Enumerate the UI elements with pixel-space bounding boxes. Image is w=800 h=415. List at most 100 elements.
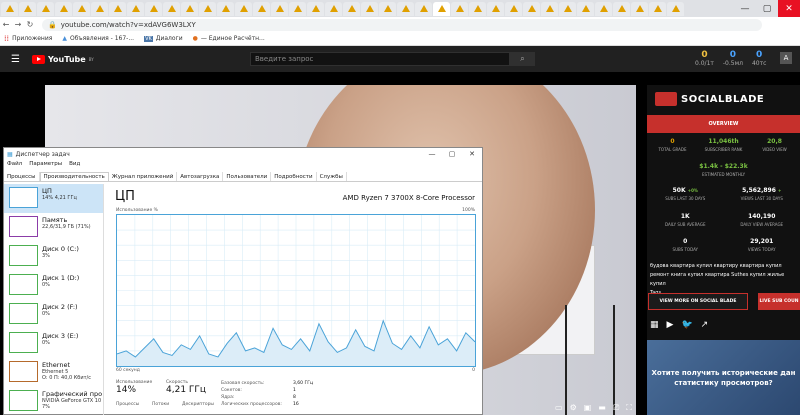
trend-icon[interactable]: ↗ [701,320,709,330]
back-icon[interactable]: ← [0,20,12,29]
stat-cell: $1.4k - $22.3k ESTIMATED MONTHLY [699,163,748,177]
subtitles-icon[interactable]: ▭ [555,403,563,413]
browser-tab[interactable] [505,1,522,16]
browser-tab[interactable] [127,1,144,16]
overview-button[interactable]: OVERVIEW [647,115,800,133]
menu-icon[interactable]: ☰ [11,54,20,65]
bookmark-dialogs[interactable]: VK Диалоги [144,35,183,42]
browser-tab[interactable] [145,1,162,16]
browser-tab[interactable] [469,1,486,16]
bookmark-eirc[interactable]: ● — Единое Расчётн... [193,35,265,42]
avatar[interactable]: A [780,52,792,64]
menu-view[interactable]: Вид [69,161,80,170]
browser-tab[interactable] [649,1,666,16]
resource-item[interactable]: Память 22,6/31,9 ГБ (71%) [4,213,103,242]
resource-item[interactable]: Ethernet Ethernet 5 О: 0 П: 40,0 Кбит/с [4,358,103,387]
resource-item[interactable]: Диск 3 (E:) 0% [4,329,103,358]
browser-tab[interactable] [181,1,198,16]
twitter-icon[interactable]: 🐦 [681,320,692,330]
tab-users[interactable]: Пользователи [223,172,272,181]
stat-cell: 0 SUBS TODAY [672,238,698,252]
fullscreen-icon[interactable]: ⛶ [626,403,632,413]
tab-services[interactable]: Службы [317,172,347,181]
browser-tab[interactable] [307,1,324,16]
browser-tab[interactable] [91,1,108,16]
browser-tab[interactable] [343,1,360,16]
cast-icon[interactable]: ⎚ [613,403,619,413]
bookmark-ads[interactable]: ▲ Объявления - 167-... [62,35,134,42]
ads-icon [617,5,626,12]
browser-tab[interactable] [19,1,36,16]
browser-tab[interactable] [559,1,576,16]
view-more-button[interactable]: VIEW MORE ON SOCIAL BLADE [648,293,748,310]
forward-icon[interactable]: → [12,20,24,29]
maximize-icon[interactable]: ▢ [756,0,778,17]
youtube-icon[interactable]: ▶ [667,320,674,330]
spec-value: 16 [293,402,299,407]
browser-tab[interactable] [235,1,252,16]
menu-options[interactable]: Параметры [29,161,62,170]
browser-tab[interactable] [1,1,18,16]
grid-icon[interactable]: ▦ [650,320,659,330]
browser-tab[interactable] [595,1,612,16]
minimize-icon[interactable]: — [734,0,756,17]
ads-icon [563,5,572,12]
browser-tab[interactable] [631,1,648,16]
browser-tab[interactable] [109,1,126,16]
browser-tab[interactable] [667,1,684,16]
tab-details[interactable]: Подробности [271,172,317,181]
browser-tab[interactable] [253,1,270,16]
address-bar[interactable]: 🔒 youtube.com/watch?v=xdAVG6W3LXY [42,18,762,31]
maximize-icon[interactable]: ▢ [442,148,462,160]
browser-tab[interactable] [199,1,216,16]
spec-key: Базовая скорость: [221,381,265,386]
socialblade-logo[interactable]: SOCIALBLADE [655,92,764,106]
settings-icon[interactable]: ⚙ [570,403,577,413]
resource-item[interactable]: Диск 1 (D:) 0% [4,271,103,300]
browser-tab[interactable] [361,1,378,16]
search-icon[interactable]: ⌕ [510,52,535,66]
tab-startup[interactable]: Автозагрузка [177,172,224,181]
browser-tab[interactable] [451,1,468,16]
tab-app-history[interactable]: Журнал приложений [109,172,178,181]
resource-item[interactable]: Диск 0 (C:) 3% [4,242,103,271]
browser-tab[interactable] [217,1,234,16]
browser-tab[interactable] [163,1,180,16]
extension-stats: 0 0.0/1т 0 -0.5мл 0 40тс [695,50,766,67]
resource-sub: 3% [42,253,50,259]
browser-tab[interactable] [37,1,54,16]
browser-tab[interactable] [397,1,414,16]
live-sub-count-button[interactable]: LIVE SUB COUN [758,293,800,310]
menu-file[interactable]: Файл [7,161,22,170]
miniplayer-icon[interactable]: ▣ [584,403,592,413]
resource-item[interactable]: Графический про NVIDIA GeForce GTX 10 7% [4,387,103,415]
resource-item[interactable]: Диск 2 (F:) 0% [4,300,103,329]
tab-processes[interactable]: Процессы [4,172,40,181]
theater-icon[interactable]: ▬ [598,403,606,413]
browser-tab[interactable] [55,1,72,16]
resource-item[interactable]: ЦП 14% 4,21 ГГц [4,184,103,213]
browser-tab[interactable] [487,1,504,16]
browser-tab[interactable] [289,1,306,16]
browser-tab[interactable] [613,1,630,16]
cpu-specs: Базовая скорость: 3,60 ГГц Сокетов: 1 Ядра: 8… [221,380,341,408]
browser-tab[interactable] [73,1,90,16]
close-icon[interactable]: ✕ [462,148,482,160]
ads-icon [203,5,212,12]
bookmark-apps[interactable]: ⁞⁞ Приложения [4,34,52,43]
reload-icon[interactable]: ↻ [24,20,36,29]
browser-tab[interactable] [325,1,342,16]
minimize-icon[interactable]: — [422,148,442,160]
browser-tab[interactable] [379,1,396,16]
browser-tab[interactable] [415,1,432,16]
browser-tab[interactable] [271,1,288,16]
youtube-logo[interactable]: YouTube BY [32,54,94,64]
browser-tab[interactable] [433,1,450,16]
youtube-search-input[interactable]: Введите запрос [250,52,510,66]
close-icon[interactable]: ✕ [778,0,800,17]
browser-tab[interactable] [523,1,540,16]
browser-tab[interactable] [577,1,594,16]
tab-performance[interactable]: Производительность [39,172,109,181]
browser-tab[interactable] [541,1,558,16]
promo-banner[interactable]: Хотите получить исторические дан статист… [647,340,800,415]
